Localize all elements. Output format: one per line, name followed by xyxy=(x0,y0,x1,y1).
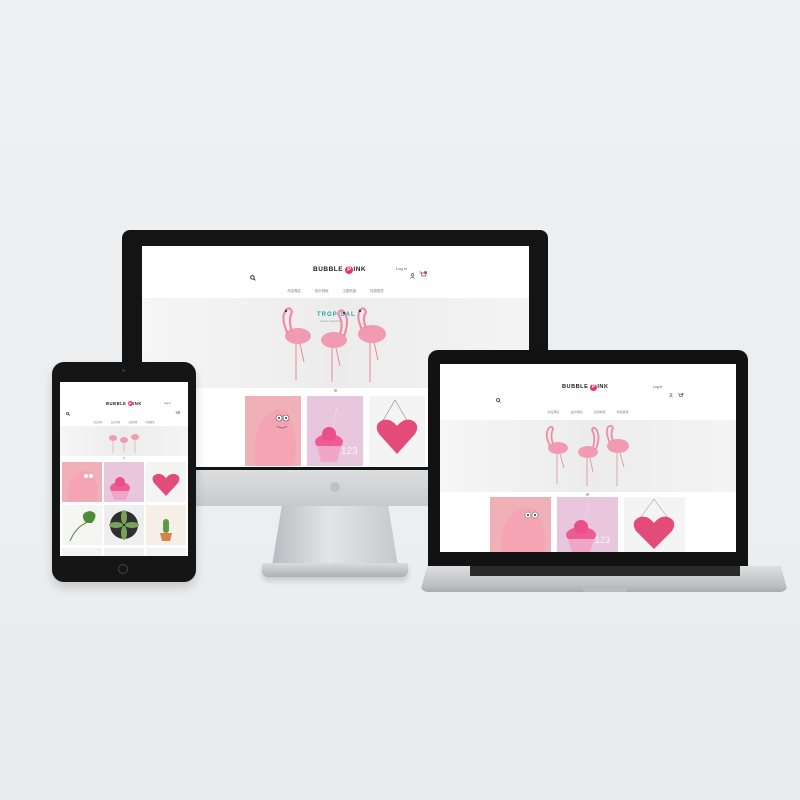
ipad-screen: BUBBLE PINK Log in 商品專區 設計師館 主題精選 特價優惠 xyxy=(60,382,188,556)
heart-bag-card[interactable] xyxy=(624,497,685,552)
cupcake-card[interactable] xyxy=(104,462,144,502)
nav-item[interactable]: 設計師館 xyxy=(315,288,329,293)
login-link[interactable]: Log in xyxy=(653,385,662,389)
cart-icon[interactable] xyxy=(175,402,180,420)
carousel-dot[interactable] xyxy=(123,457,125,459)
logo-text: INK xyxy=(597,384,609,390)
cupcake-card[interactable]: 123 xyxy=(307,396,363,466)
macbook-screen: BUBBLE PINK Log in 商品專區 設計師館 主題精選 特價優惠 xyxy=(440,364,736,552)
login-link[interactable]: Log in xyxy=(396,266,407,271)
main-nav: 商品專區 設計師館 主題精選 特價優惠 xyxy=(440,410,736,414)
heart-bag-card[interactable] xyxy=(146,462,186,502)
nav-item[interactable]: 主題精選 xyxy=(594,410,606,414)
imac-stand-base xyxy=(262,563,408,577)
cupcake-card[interactable]: 123 xyxy=(557,497,618,552)
heart-bag-card[interactable] xyxy=(369,396,425,466)
barbapapa-card[interactable] xyxy=(62,462,102,502)
barbapapa-card[interactable] xyxy=(245,396,301,466)
logo-text: BUBBLE xyxy=(106,401,129,406)
logo-text: BUBBLE xyxy=(313,266,346,273)
imac-stand-neck xyxy=(272,504,398,566)
nav-item[interactable]: 設計師館 xyxy=(570,410,582,414)
nav-item[interactable]: 商品專區 xyxy=(94,420,103,424)
ipad-camera xyxy=(122,369,125,372)
macbook-trackpad-notch xyxy=(582,588,628,592)
search-icon[interactable] xyxy=(496,390,501,408)
carousel-dot[interactable] xyxy=(586,493,589,496)
numbers-text: 123 xyxy=(341,446,358,457)
hero-banner[interactable] xyxy=(440,420,736,492)
logo[interactable]: BUBBLE PINK xyxy=(313,266,366,274)
logo-text: BUBBLE xyxy=(562,384,591,390)
nav-item[interactable]: 設計師館 xyxy=(111,420,120,424)
hero-banner[interactable] xyxy=(60,426,188,456)
flamingo-illustration xyxy=(109,434,139,453)
logo[interactable]: BUBBLE PINK xyxy=(562,384,609,391)
main-nav: 商品專區 設計師館 主題精選 特價優惠 xyxy=(60,420,188,424)
logo-text: INK xyxy=(133,401,142,406)
nav-item[interactable]: 商品專區 xyxy=(547,410,559,414)
nav-item[interactable]: 特價優惠 xyxy=(370,288,384,293)
numbers-text: 123 xyxy=(595,535,610,545)
macbook-keyboard xyxy=(470,566,740,576)
nav-item[interactable]: 特價優惠 xyxy=(145,420,154,424)
cart-icon[interactable] xyxy=(419,265,427,283)
nav-item[interactable]: 主題精選 xyxy=(128,420,137,424)
nav-item[interactable]: 商品專區 xyxy=(287,288,301,293)
succulent-card[interactable] xyxy=(104,505,144,545)
barbapapa-card[interactable] xyxy=(490,497,551,552)
search-icon[interactable] xyxy=(250,268,256,286)
nav-item[interactable]: 主題精選 xyxy=(343,288,357,293)
cart-icon[interactable] xyxy=(677,385,684,403)
flamingo-illustration xyxy=(282,307,386,382)
imac-logo-dot xyxy=(330,482,340,492)
cactus-card[interactable] xyxy=(146,505,186,545)
carousel-dot[interactable] xyxy=(334,389,337,392)
nav-item[interactable]: 特價優惠 xyxy=(617,410,629,414)
search-icon[interactable] xyxy=(66,403,70,421)
main-nav: 商品專區 設計師館 主題精選 特價優惠 xyxy=(142,288,529,293)
ipad-home-button[interactable] xyxy=(118,564,128,574)
list-item[interactable] xyxy=(104,548,144,556)
list-item[interactable] xyxy=(62,548,102,556)
logo[interactable]: BUBBLE PINK xyxy=(106,401,142,406)
monstera-leaf-card[interactable] xyxy=(62,505,102,545)
list-item[interactable] xyxy=(146,548,186,556)
login-link[interactable]: Log in xyxy=(164,402,171,405)
flamingo-illustration xyxy=(545,424,629,486)
user-icon[interactable] xyxy=(669,385,673,403)
logo-text: INK xyxy=(353,266,367,273)
user-icon[interactable] xyxy=(410,266,415,284)
